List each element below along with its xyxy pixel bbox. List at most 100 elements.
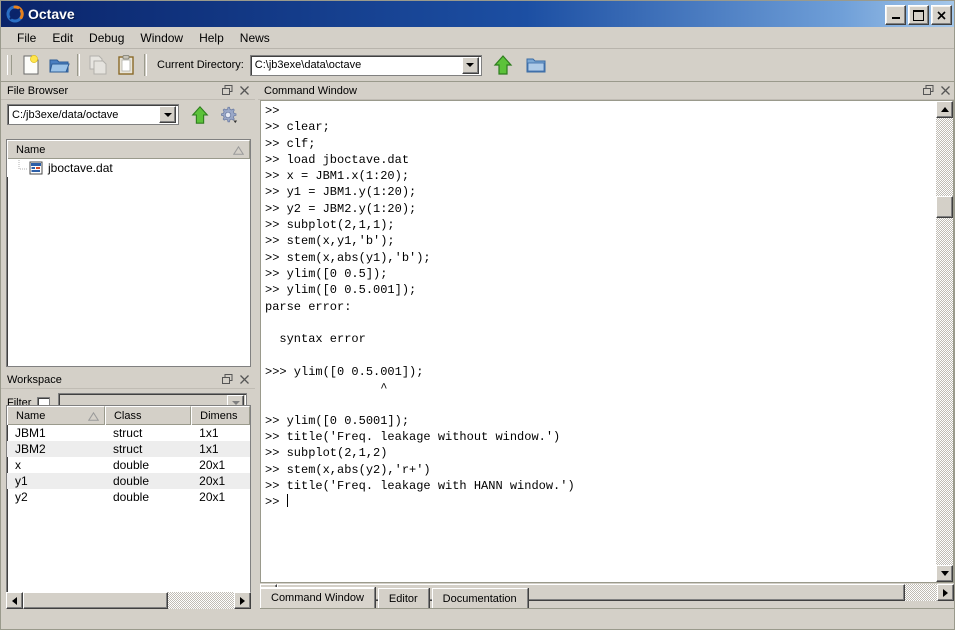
- file-browser-path-row: C:/jb3exe/data/octave: [1, 100, 255, 129]
- scroll-up-button[interactable]: [936, 101, 953, 118]
- current-directory-label: Current Directory:: [157, 59, 244, 71]
- file-browser-up-icon[interactable]: [187, 103, 213, 127]
- file-browser-settings-gear-icon[interactable]: [215, 103, 241, 127]
- workspace-cell-class: struct: [112, 426, 143, 440]
- command-window-title: Command Window: [264, 85, 357, 97]
- menu-edit[interactable]: Edit: [44, 29, 81, 47]
- close-button[interactable]: [931, 5, 952, 25]
- up-directory-icon[interactable]: [490, 52, 516, 78]
- toolbar-grip: [7, 55, 12, 75]
- workspace-cell-name: y1: [15, 474, 28, 488]
- title-bar: Octave: [1, 1, 954, 27]
- sort-ascending-icon[interactable]: [87, 411, 100, 421]
- browse-folder-icon[interactable]: [523, 52, 549, 78]
- workspace-cell-name: JBM1: [15, 426, 46, 440]
- command-window-vertical-scrollbar[interactable]: [936, 101, 953, 582]
- file-browser-tree[interactable]: Name jboctave.dat: [6, 139, 251, 367]
- tab-editor[interactable]: Editor: [377, 588, 429, 608]
- workspace-column-dimension[interactable]: Dimens: [191, 406, 250, 425]
- tab-command-window[interactable]: Command Window: [260, 587, 375, 608]
- octave-main-window: Octave File Edit Debug Window Help News: [0, 0, 955, 630]
- file-browser-column-header: Name: [7, 140, 250, 159]
- workspace-cell-dimension: 1x1: [199, 426, 219, 440]
- window-title: Octave: [28, 6, 75, 22]
- file-browser-path-combo[interactable]: C:/jb3exe/data/octave: [7, 104, 179, 125]
- menu-window[interactable]: Window: [132, 29, 191, 47]
- workspace-column-name[interactable]: Name: [7, 406, 105, 425]
- workspace-column-class[interactable]: Class: [104, 406, 192, 425]
- chevron-down-icon[interactable]: [159, 106, 176, 123]
- workspace-cell-class: double: [112, 458, 149, 472]
- sort-ascending-icon[interactable]: [232, 145, 245, 155]
- file-browser-title: File Browser: [7, 85, 69, 97]
- command-window-close-icon[interactable]: [940, 85, 951, 96]
- tab-command-window-label: Command Window: [271, 592, 364, 604]
- workspace-column-name-label: Name: [16, 409, 46, 422]
- command-window-header: Command Window: [258, 83, 954, 100]
- command-window-undock-icon[interactable]: [923, 85, 934, 96]
- workspace-column-dimension-label: Dimens: [200, 409, 238, 422]
- workspace-undock-icon[interactable]: [222, 374, 233, 385]
- command-window-output-area[interactable]: >> >> clear; >> clf; >> load jboctave.da…: [260, 100, 954, 583]
- file-tree-item-label: jboctave.dat: [48, 161, 113, 175]
- menu-bar: File Edit Debug Window Help News: [1, 27, 954, 49]
- scrollbar-trough[interactable]: [23, 592, 234, 609]
- command-window-panel: Command Window >> >> clear; >> clf; >> l…: [258, 83, 954, 629]
- new-file-icon[interactable]: [18, 52, 44, 78]
- workspace-close-icon[interactable]: [239, 374, 250, 385]
- toolbar-separator: [77, 54, 80, 76]
- table-row[interactable]: JBM1 struct 1x1: [7, 425, 250, 441]
- table-row[interactable]: x double 20x1: [7, 457, 250, 473]
- menu-file[interactable]: File: [9, 29, 44, 47]
- dat-file-icon: [29, 161, 43, 175]
- minimize-button[interactable]: [885, 5, 906, 25]
- scrollbar-thumb[interactable]: [23, 592, 168, 609]
- menu-help[interactable]: Help: [191, 29, 232, 47]
- scroll-right-button[interactable]: [234, 592, 251, 609]
- file-browser-undock-icon[interactable]: [222, 85, 233, 96]
- current-directory-combo[interactable]: C:\jb3exe\data\octave: [249, 54, 482, 76]
- workspace-cell-name: x: [15, 458, 21, 472]
- maximize-button[interactable]: [908, 5, 929, 25]
- scroll-left-button[interactable]: [6, 592, 23, 609]
- chevron-down-icon[interactable]: [461, 56, 479, 74]
- workspace-cell-name: JBM2: [15, 442, 46, 456]
- scrollbar-thumb[interactable]: [936, 196, 953, 218]
- workspace-title: Workspace: [7, 374, 62, 386]
- workspace-cell-dimension: 20x1: [199, 474, 226, 488]
- workspace-cell-dimension: 20x1: [199, 458, 226, 472]
- open-folder-icon[interactable]: [46, 52, 72, 78]
- file-browser-path-value[interactable]: C:/jb3exe/data/octave: [8, 109, 159, 121]
- menu-news[interactable]: News: [232, 29, 278, 47]
- file-browser-close-icon[interactable]: [239, 85, 250, 96]
- menu-debug[interactable]: Debug: [81, 29, 132, 47]
- octave-logo-icon: [6, 5, 24, 23]
- command-window-text[interactable]: >> >> clear; >> clf; >> load jboctave.da…: [261, 101, 936, 582]
- scroll-down-button[interactable]: [936, 565, 953, 582]
- tree-elbow-icon: [15, 160, 29, 176]
- file-browser-name-column[interactable]: Name: [7, 140, 250, 159]
- workspace-cell-dimension: 1x1: [199, 442, 219, 456]
- workspace-panel: Workspace Filter Name Class Dimens JBM1 …: [1, 372, 255, 629]
- paste-clipboard-icon[interactable]: [113, 52, 139, 78]
- toolbar-separator-2: [144, 54, 147, 76]
- workspace-cell-dimension: 20x1: [199, 490, 226, 504]
- file-browser-header: File Browser: [1, 83, 255, 100]
- current-directory-value[interactable]: C:\jb3exe\data\octave: [251, 59, 462, 71]
- workspace-cell-class: double: [112, 474, 149, 488]
- workspace-cell-name: y2: [15, 490, 28, 504]
- workspace-table[interactable]: Name Class Dimens JBM1 struct 1x1 JBM2 s…: [6, 405, 251, 593]
- workspace-horizontal-scrollbar[interactable]: [6, 592, 251, 609]
- table-row[interactable]: y2 double 20x1: [7, 489, 250, 505]
- table-row[interactable]: JBM2 struct 1x1: [7, 441, 250, 457]
- copy-icon[interactable]: [85, 52, 111, 78]
- bottom-tab-bar: Command Window Editor Documentation: [260, 587, 954, 609]
- table-row[interactable]: y1 double 20x1: [7, 473, 250, 489]
- workspace-column-class-label: Class: [113, 409, 142, 422]
- tab-documentation-label: Documentation: [442, 592, 517, 605]
- left-dock-column: File Browser C:/jb3exe/data/octave Name …: [1, 83, 255, 629]
- scrollbar-trough[interactable]: [936, 118, 953, 565]
- file-tree-item[interactable]: jboctave.dat: [7, 159, 250, 177]
- workspace-cell-class: struct: [112, 442, 143, 456]
- tab-documentation[interactable]: Documentation: [431, 588, 528, 608]
